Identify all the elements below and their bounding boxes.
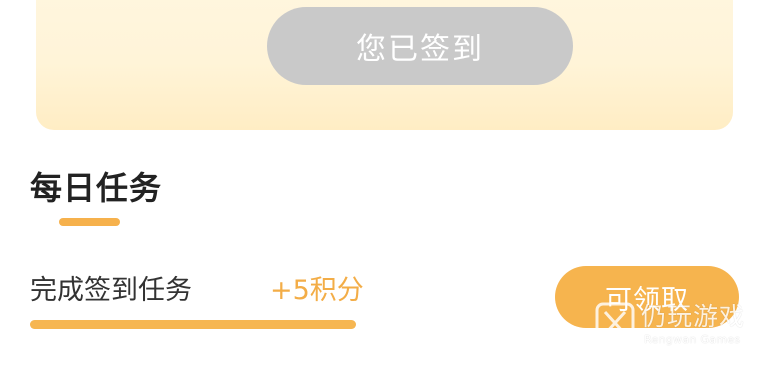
task-reward: +5积分 (270, 275, 364, 306)
claim-button[interactable]: 可领取 (555, 266, 739, 328)
page: 您已签到 每日任务 完成签到任务 +5积分 可领取 仍玩游戏 Rengwan G… (0, 0, 768, 368)
watermark-subtext: Rengwan Games (644, 333, 741, 346)
task-progress-bar (30, 320, 356, 329)
checkin-card: 您已签到 (36, 0, 733, 130)
checked-in-button[interactable]: 您已签到 (267, 7, 573, 85)
task-progress-fill (30, 320, 356, 329)
title-underline (59, 218, 120, 226)
daily-tasks-title: 每日任务 (30, 169, 163, 207)
task-label: 完成签到任务 (30, 275, 192, 306)
